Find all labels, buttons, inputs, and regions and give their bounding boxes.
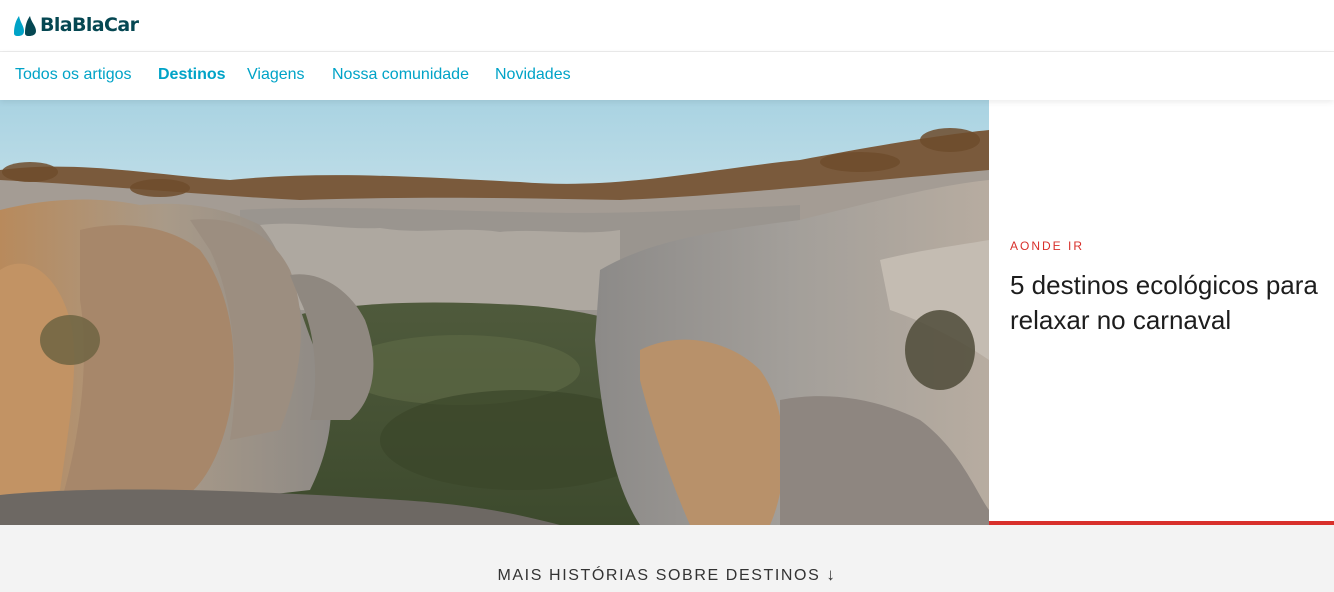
nav-item-novidades[interactable]: Novidades [495, 66, 571, 84]
canyon-landscape-image [0, 100, 989, 525]
blablacar-logo[interactable]: BlaBlaCar [12, 7, 139, 43]
more-stories-section: MAIS HISTÓRIAS SOBRE DESTINOS ↓ [0, 525, 1334, 592]
nav-item-viagens[interactable]: Viagens [247, 66, 305, 84]
logo-text: BlaBlaCar [40, 14, 139, 36]
arrow-down-icon: ↓ [826, 565, 837, 584]
featured-image[interactable] [0, 100, 989, 525]
more-stories-link[interactable]: MAIS HISTÓRIAS SOBRE DESTINOS ↓ [0, 565, 1334, 585]
featured-article-card[interactable]: AONDE IR 5 destinos ecológicos para rela… [989, 100, 1334, 525]
article-category[interactable]: AONDE IR [1010, 239, 1084, 253]
category-nav: Todos os artigos Destinos Viagens Nossa … [0, 52, 1334, 100]
more-stories-label: MAIS HISTÓRIAS SOBRE DESTINOS [497, 567, 821, 584]
top-bar: BlaBlaCar [0, 0, 1334, 52]
nav-item-nossa-comunidade[interactable]: Nossa comunidade [332, 66, 469, 84]
nav-item-todos-os-artigos[interactable]: Todos os artigos [15, 66, 132, 84]
article-title[interactable]: 5 destinos ecológicos para relaxar no ca… [1010, 268, 1320, 338]
nav-item-destinos[interactable]: Destinos [158, 66, 226, 84]
logo-icon [14, 16, 36, 36]
